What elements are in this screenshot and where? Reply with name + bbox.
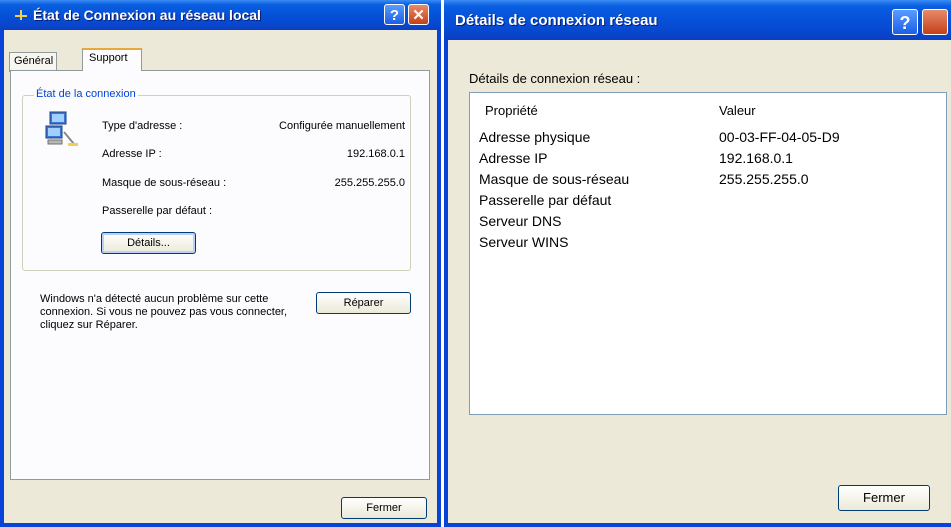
connection-status-window: État de Connexion au réseau local ? ✕ Gé… — [0, 0, 441, 527]
window-title: État de Connexion au réseau local — [33, 7, 261, 23]
repair-description: Windows n'a détecté aucun problème sur c… — [40, 293, 288, 331]
tab-support[interactable]: Support — [82, 48, 142, 71]
repair-button[interactable]: Réparer — [316, 292, 411, 314]
list-item-property: Adresse IP — [479, 150, 548, 166]
list-item-value: 00-03-FF-04-05-D9 — [719, 129, 840, 145]
column-header-value[interactable]: Valeur — [719, 103, 756, 118]
list-item-property: Serveur WINS — [479, 234, 569, 250]
list-item-value: 192.168.0.1 — [719, 150, 793, 166]
details-list[interactable]: Propriété Valeur Adresse physique 00-03-… — [469, 92, 947, 415]
list-item-value: 255.255.255.0 — [719, 171, 809, 187]
close-button[interactable]: Fermer — [341, 497, 427, 519]
network-computers-icon — [45, 111, 78, 146]
close-button[interactable]: Fermer — [838, 485, 930, 511]
details-button[interactable]: Détails... — [101, 232, 196, 254]
group-title: État de la connexion — [34, 88, 138, 100]
close-window-button[interactable] — [922, 9, 948, 35]
list-item-property: Passerelle par défaut — [479, 192, 612, 208]
list-item-property: Masque de sous-réseau — [479, 171, 630, 187]
list-item-property: Serveur DNS — [479, 213, 562, 229]
help-button[interactable]: ? — [892, 9, 918, 35]
default-gateway-label: Passerelle par défaut : — [102, 205, 213, 217]
help-button[interactable]: ? — [384, 4, 405, 25]
subnet-mask-label: Masque de sous-réseau : — [102, 177, 227, 189]
list-item-property: Adresse physique — [479, 129, 591, 145]
tab-general[interactable]: Général — [9, 52, 57, 72]
title-bar[interactable]: Détails de connexion réseau ? — [444, 0, 951, 40]
column-header-property[interactable]: Propriété — [485, 103, 538, 118]
address-type-label: Type d'adresse : — [102, 120, 183, 132]
network-connection-icon — [15, 10, 27, 20]
window-title: Détails de connexion réseau — [455, 12, 658, 29]
title-bar[interactable]: État de Connexion au réseau local ? ✕ — [0, 0, 441, 30]
address-type-value: Configurée manuellement — [279, 120, 405, 132]
subnet-mask-value: 255.255.255.0 — [334, 177, 405, 189]
details-heading: Détails de connexion réseau : — [469, 71, 641, 86]
network-details-window: Détails de connexion réseau ? Détails de… — [444, 0, 951, 527]
close-window-button[interactable]: ✕ — [408, 4, 429, 25]
ip-address-value: 192.168.0.1 — [346, 148, 405, 160]
ip-address-label: Adresse IP : — [102, 148, 162, 160]
